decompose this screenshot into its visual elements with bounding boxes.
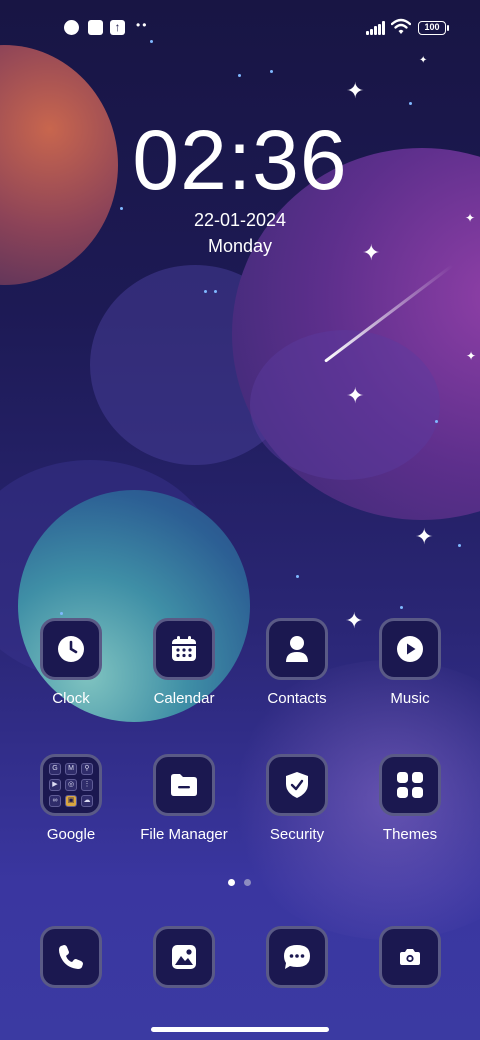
- app-label: Themes: [382, 826, 438, 843]
- star-dot: [400, 606, 403, 609]
- app-label: Security: [269, 826, 325, 843]
- app-contacts[interactable]: Contacts: [242, 618, 352, 707]
- notification-icon: [64, 20, 79, 35]
- google-app-mini: ▣: [65, 795, 77, 807]
- camera-icon: [379, 926, 441, 988]
- google-app-mini: ◎: [65, 779, 77, 791]
- gallery-icon: [153, 926, 215, 988]
- app-label: File Manager: [140, 826, 228, 843]
- app-label: Google: [46, 826, 96, 843]
- dock-phone[interactable]: [16, 926, 126, 988]
- star-dot: [296, 575, 299, 578]
- signal-icon: [366, 21, 386, 35]
- google-app-mini: ⚲: [81, 763, 93, 775]
- app-label: Music: [390, 690, 430, 707]
- google-app-mini: M: [65, 763, 77, 775]
- sparkle-icon: ✦: [415, 524, 434, 549]
- google-app-mini: ⋮: [81, 779, 93, 791]
- star-dot: [204, 290, 207, 293]
- dock-gallery[interactable]: [129, 926, 239, 988]
- app-label: Calendar: [153, 690, 215, 707]
- sparkle-icon: ✦: [346, 78, 365, 103]
- clock-day: Monday: [207, 236, 273, 256]
- play-icon: [379, 618, 441, 680]
- sparkle-icon: ✦: [466, 349, 477, 363]
- google-app-mini: ∞: [49, 795, 61, 807]
- clock-icon: [40, 618, 102, 680]
- app-label: Contacts: [267, 690, 327, 707]
- google-app-mini: ☁: [81, 795, 93, 807]
- calendar-icon: [153, 618, 215, 680]
- app-calendar[interactable]: Calendar: [129, 618, 239, 707]
- app-themes[interactable]: Themes: [355, 754, 465, 843]
- google-app-mini: ▶: [49, 779, 61, 791]
- clock-date: 22-01-2024: [193, 210, 287, 230]
- dock-messages[interactable]: [242, 926, 352, 988]
- upload-icon: ↑: [110, 20, 125, 35]
- app-music[interactable]: Music: [355, 618, 465, 707]
- star-dot: [238, 74, 241, 77]
- status-bar: ↑ •• 100: [0, 0, 480, 56]
- star-dot: [270, 70, 273, 73]
- app-security[interactable]: Security: [242, 754, 352, 843]
- themes-grid-icon: [379, 754, 441, 816]
- star-dot: [435, 420, 438, 423]
- battery-icon: 100: [418, 21, 449, 35]
- folder-icon: [153, 754, 215, 816]
- home-indicator[interactable]: [151, 1027, 329, 1032]
- app-file-manager[interactable]: File Manager: [129, 754, 239, 843]
- wifi-icon: [391, 18, 411, 34]
- app-label: Clock: [52, 690, 90, 707]
- messages-icon: [266, 926, 328, 988]
- dock-camera[interactable]: [355, 926, 465, 988]
- app-google-folder[interactable]: G M ⚲ ▶ ◎ ⋮ ∞ ▣ ☁ Google: [16, 754, 126, 843]
- google-folder-icon: G M ⚲ ▶ ◎ ⋮ ∞ ▣ ☁: [40, 754, 102, 816]
- more-dots-icon: ••: [136, 18, 149, 32]
- app-clock[interactable]: Clock: [16, 618, 126, 707]
- sparkle-icon: ✦: [346, 383, 365, 408]
- google-app-mini: G: [49, 763, 61, 775]
- star-dot: [60, 612, 63, 615]
- page-dot: [244, 879, 251, 886]
- star-dot: [458, 544, 461, 547]
- page-dot-active: [228, 879, 235, 886]
- star-dot: [409, 102, 412, 105]
- shield-icon: [266, 754, 328, 816]
- clock-time: 02:36: [132, 113, 348, 207]
- square-icon: [88, 20, 103, 35]
- contact-icon: [266, 618, 328, 680]
- cloud: [250, 330, 440, 480]
- star-dot: [214, 290, 217, 293]
- sparkle-icon: ✦: [419, 55, 428, 66]
- phone-icon: [40, 926, 102, 988]
